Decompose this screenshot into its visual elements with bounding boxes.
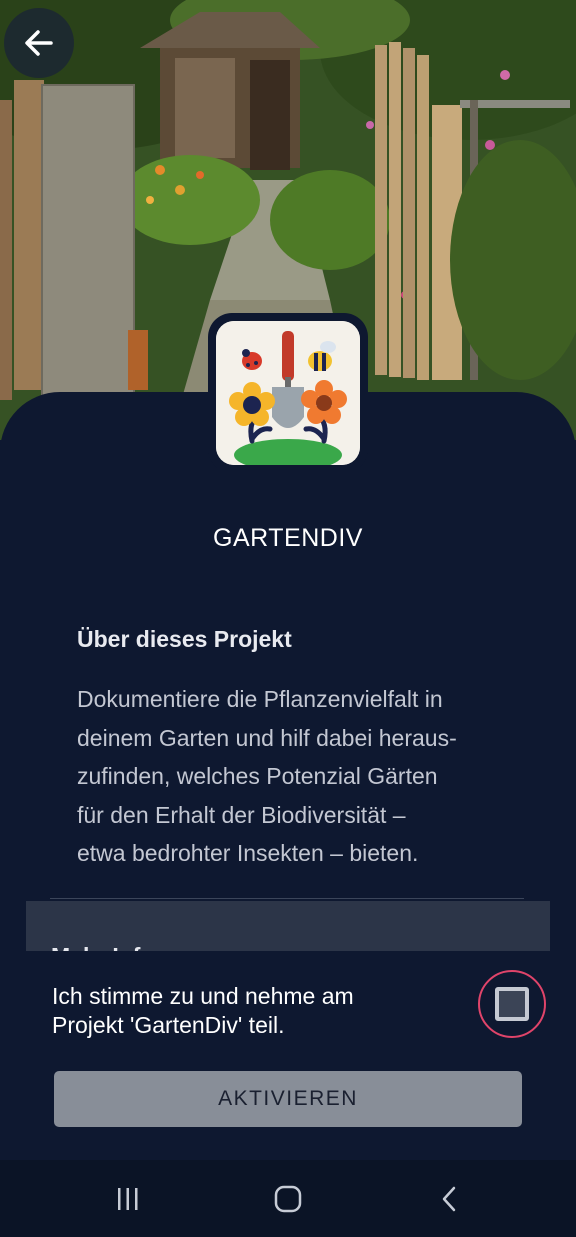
about-description: Dokumentiere die Pflanzenvielfalt in dei…: [77, 680, 517, 873]
about-line: für den Erhalt der Biodiversität –: [77, 801, 406, 828]
project-title: GARTENDIV: [213, 524, 363, 552]
consent-line: Projekt 'GartenDiv' teil.: [52, 1012, 285, 1038]
about-line: deinem Garten und hilf dabei heraus-: [77, 724, 457, 751]
home-button[interactable]: [228, 1160, 348, 1237]
system-navigation-bar: [0, 1160, 576, 1237]
project-logo-frame: [208, 313, 368, 473]
consent-line: Ich stimme zu und nehme am: [52, 983, 354, 1009]
arrow-left-icon: [25, 30, 53, 56]
back-chevron-icon: [442, 1186, 456, 1211]
checkbox-square-icon: [495, 987, 529, 1021]
recent-apps-button[interactable]: [68, 1160, 188, 1237]
consent-checkbox[interactable]: [478, 970, 546, 1038]
consent-text: Ich stimme zu und nehme am Projekt 'Gart…: [52, 982, 452, 1040]
about-line: Dokumentiere die Pflanzenvielfalt in: [77, 686, 443, 712]
home-icon: [274, 1185, 302, 1212]
system-back-button[interactable]: [390, 1160, 510, 1237]
about-heading: Über dieses Projekt: [77, 626, 292, 652]
recent-apps-icon: [118, 1187, 138, 1210]
about-line: zufinden, welches Potenzial Gärten: [77, 763, 438, 790]
activate-button[interactable]: AKTIVIEREN: [54, 1071, 522, 1127]
divider: [50, 898, 524, 899]
garden-trowel-flowers-logo: [216, 321, 360, 465]
back-button[interactable]: [4, 8, 74, 78]
about-line: etwa bedrohter Insekten – bieten.: [77, 840, 419, 867]
